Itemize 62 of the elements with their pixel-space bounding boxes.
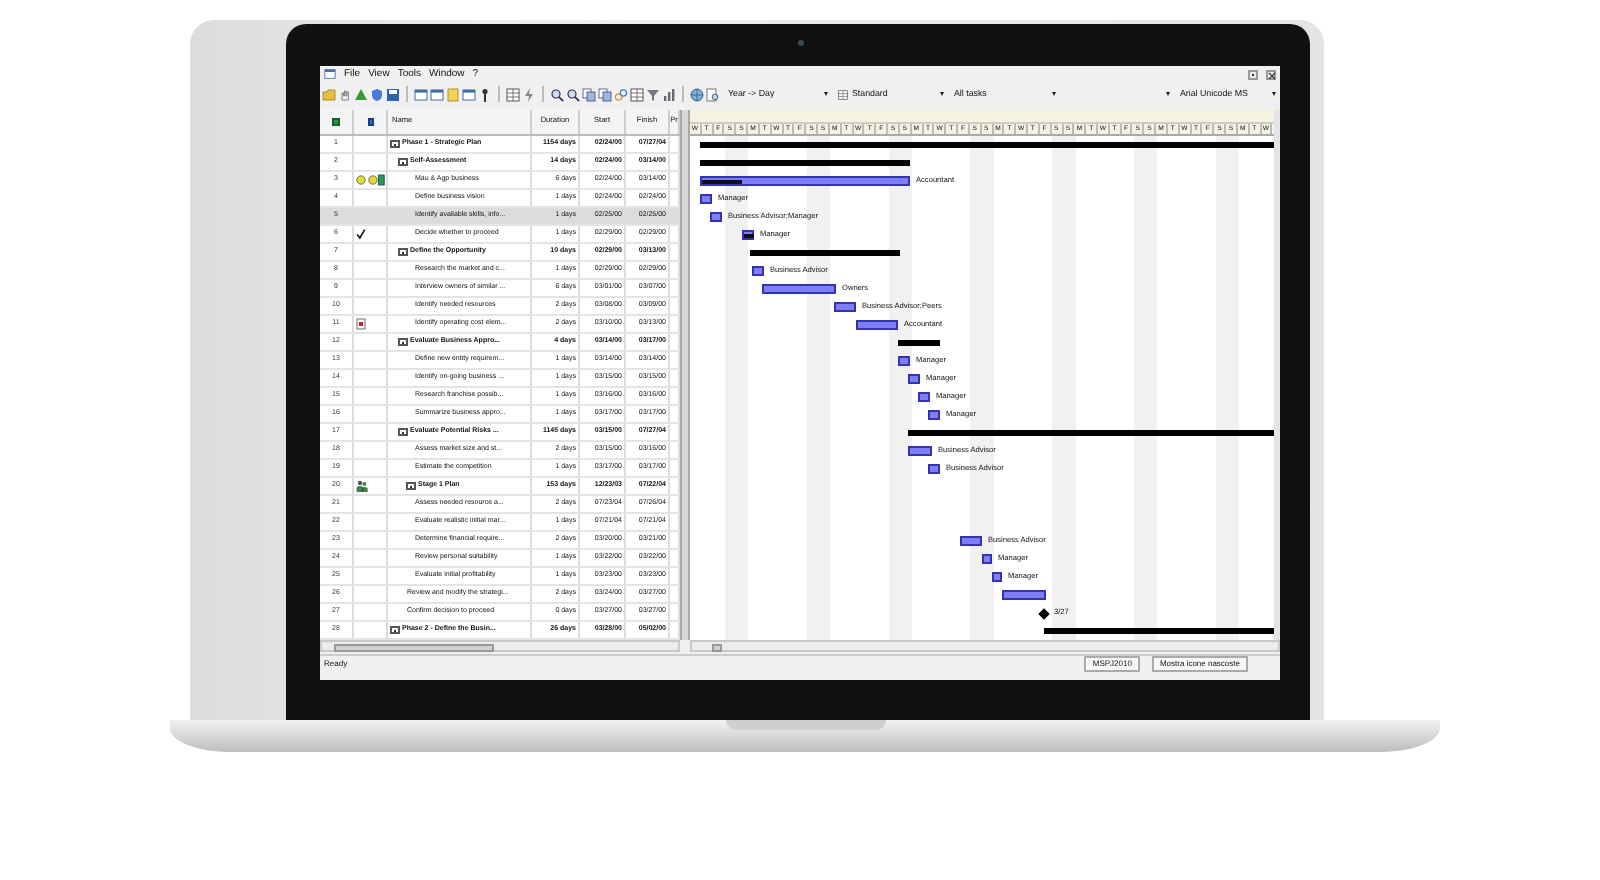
task-bar[interactable] <box>908 446 932 456</box>
task-bar[interactable] <box>982 554 992 564</box>
triangle-icon[interactable] <box>354 87 368 101</box>
horizontal-scrollbar[interactable] <box>320 640 680 652</box>
info-header-icon <box>367 117 373 127</box>
note-icon <box>356 318 366 330</box>
task-bar[interactable] <box>960 536 982 546</box>
scrollbar-thumb[interactable] <box>712 644 722 651</box>
collapse-icon[interactable] <box>390 625 399 635</box>
collapse-icon[interactable] <box>398 247 407 257</box>
task-bar[interactable] <box>908 374 920 384</box>
shield-icon[interactable] <box>370 87 384 101</box>
collapse-icon[interactable] <box>398 157 407 167</box>
window-icon[interactable] <box>414 87 428 101</box>
collapse-icon[interactable] <box>406 481 415 491</box>
hand-icon[interactable] <box>338 87 352 101</box>
table-icon[interactable] <box>630 87 644 101</box>
filter-icon[interactable] <box>646 87 660 101</box>
table-icon <box>838 89 848 99</box>
task-bar[interactable] <box>762 284 836 294</box>
link-icon[interactable] <box>614 87 628 101</box>
task-bar[interactable] <box>700 176 910 186</box>
caret-icon <box>1272 92 1276 96</box>
chart-icon[interactable] <box>662 87 676 101</box>
caret-icon <box>1052 92 1056 96</box>
scrollbar-thumb[interactable] <box>334 644 494 651</box>
task-bar[interactable] <box>700 194 712 204</box>
preview-icon[interactable] <box>706 87 720 101</box>
globe-icon[interactable] <box>690 87 704 101</box>
task-bar[interactable] <box>992 572 1002 582</box>
caret-icon <box>824 92 828 96</box>
task-bar[interactable] <box>856 320 898 330</box>
horizontal-scrollbar[interactable] <box>690 640 1280 652</box>
task-bar[interactable] <box>918 392 930 402</box>
folder-icon[interactable] <box>322 87 336 101</box>
checkmark-icon <box>356 228 366 240</box>
zoom-icon[interactable] <box>550 87 564 101</box>
indicator-header-icon <box>332 118 340 126</box>
window-icon[interactable] <box>324 68 336 80</box>
task-bar[interactable] <box>898 356 910 366</box>
pin-icon[interactable] <box>478 87 492 101</box>
task-bar[interactable] <box>834 302 856 312</box>
person-icon <box>378 174 385 186</box>
collapse-icon[interactable] <box>398 427 407 437</box>
task-bar[interactable] <box>710 212 722 222</box>
camera-dot <box>797 40 803 46</box>
vertical-scrollbar[interactable] <box>1274 110 1280 640</box>
window-icon[interactable] <box>430 87 444 101</box>
minimize-icon[interactable] <box>1248 69 1258 79</box>
task-bar[interactable] <box>752 266 764 276</box>
task-bar[interactable] <box>928 410 940 420</box>
task-bar[interactable] <box>928 464 940 474</box>
caret-icon <box>940 92 944 96</box>
people-icon <box>356 480 368 492</box>
lightning-icon[interactable] <box>522 87 536 101</box>
collapse-icon[interactable] <box>398 337 407 347</box>
table-icon[interactable] <box>506 87 520 101</box>
pane-splitter[interactable] <box>680 110 690 640</box>
window-icon[interactable] <box>462 87 476 101</box>
close-icon[interactable] <box>1266 69 1276 79</box>
collapse-icon[interactable] <box>390 139 399 149</box>
zoom-icon[interactable] <box>566 87 580 101</box>
